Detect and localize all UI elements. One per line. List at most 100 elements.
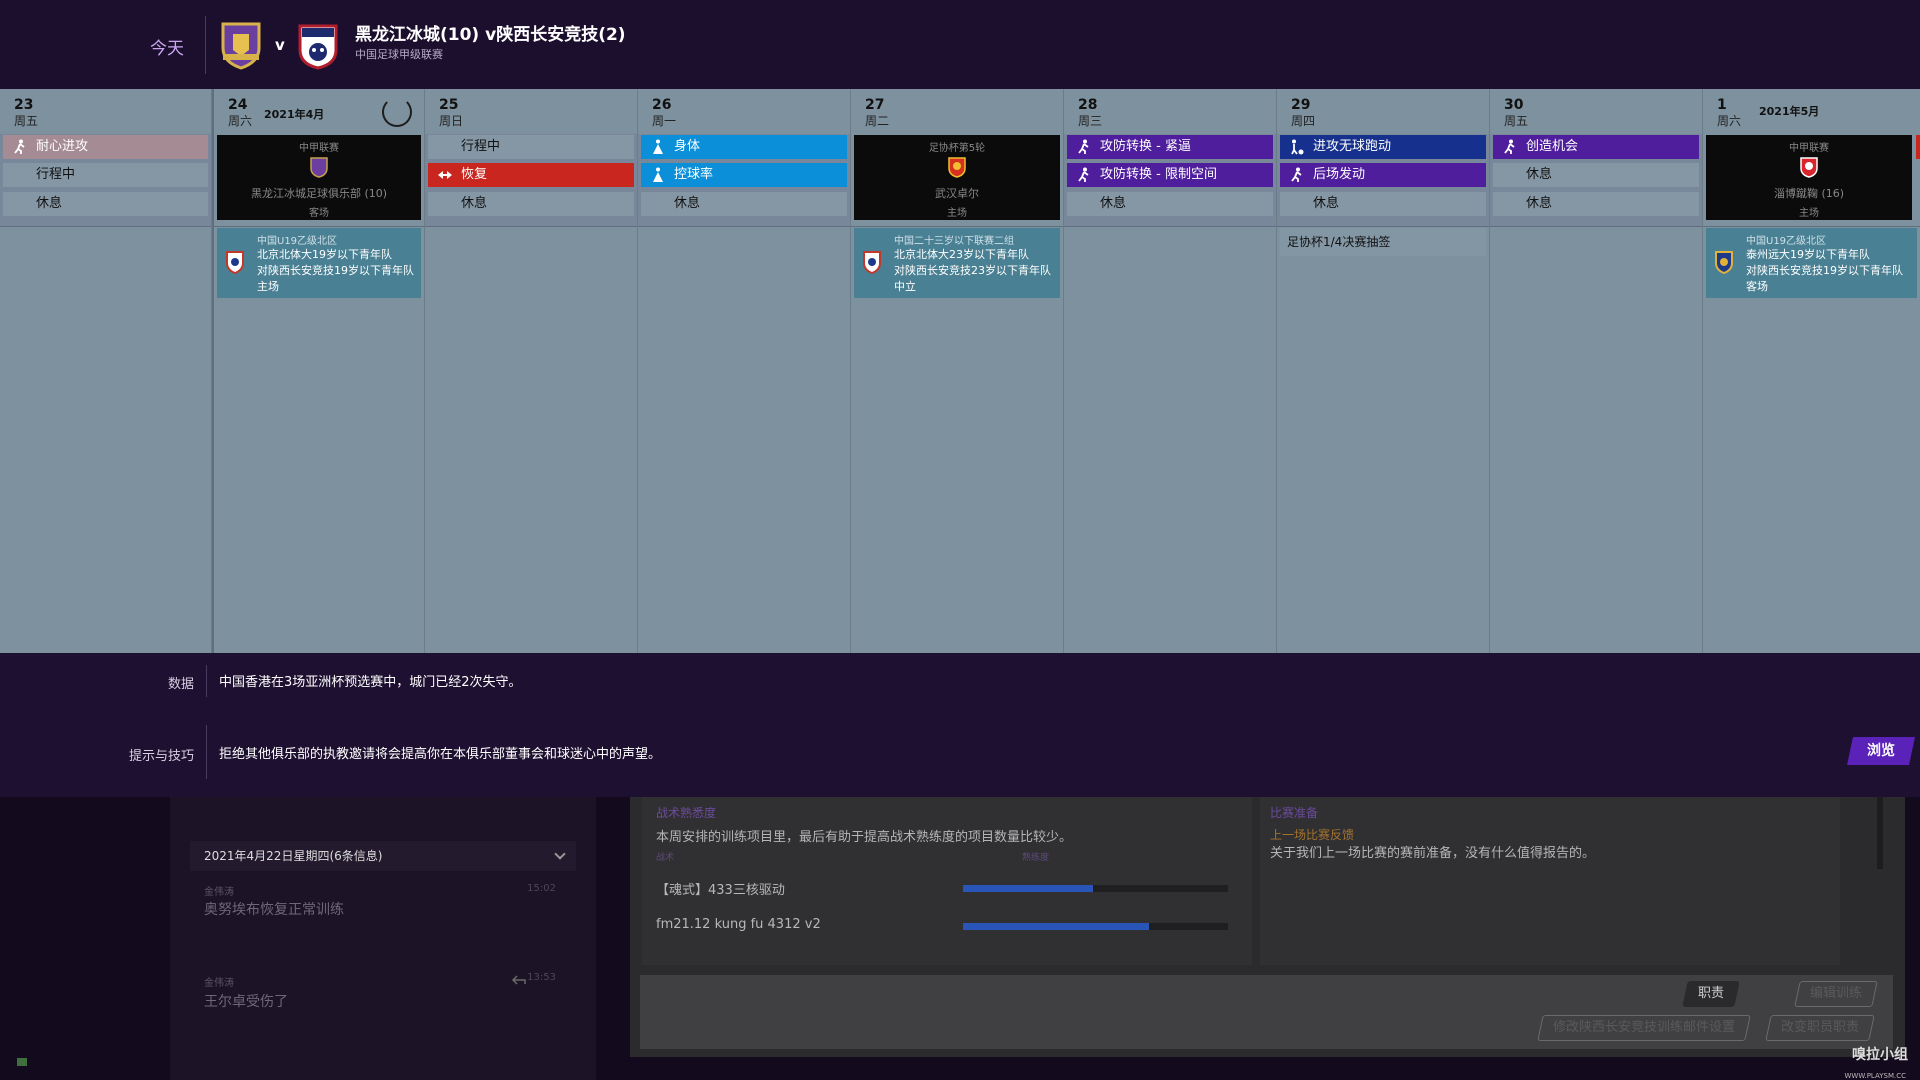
match-prep-column: 比赛准备 上一场比赛反馈 关于我们上一场比赛的赛前准备，没有什么值得报告的。	[1260, 797, 1840, 965]
youth-competition: 中国U19乙级北区	[1746, 236, 1827, 247]
familiarity-bar	[963, 885, 1228, 892]
reply-icon[interactable]	[512, 975, 526, 985]
info-divider	[206, 665, 207, 697]
message-subject[interactable]: 王尔卓受伤了	[204, 991, 288, 1011]
day-column: 1 周六 2021年5月 中甲联赛 淄博蹴鞠 (16) 主场 中国U19乙级北区…	[1703, 89, 1920, 653]
header-bar: 今天 v 黑龙江冰城(10) v陕西长安竞技(2) 中国足球甲级联赛	[0, 0, 1920, 89]
row-divider	[0, 226, 211, 227]
recovery-icon	[438, 171, 452, 179]
opponent-crest-icon	[1800, 157, 1818, 178]
watermark-logo: 嗅拉小组	[1852, 1047, 1908, 1063]
training-session[interactable]: 休息	[1067, 192, 1273, 216]
scrollbar[interactable]	[1877, 797, 1883, 869]
training-session[interactable]: 行程中	[428, 135, 634, 159]
edit-training-button[interactable]: 编辑训练	[1794, 981, 1878, 1007]
inbox-panel: 2021年4月22日星期四(6条信息) 金伟涛 15:02 奥努埃布恢复正常训练…	[170, 797, 596, 1080]
training-session[interactable]: 攻防转换 - 限制空间	[1067, 163, 1273, 187]
row-divider	[1490, 226, 1702, 227]
day-header: 25 周日	[425, 89, 637, 134]
sessions-area: 耐心进攻 行程中 休息	[0, 134, 211, 226]
sessions-area: 行程中 恢复 休息	[425, 134, 637, 226]
app-root: 今天 v 黑龙江冰城(10) v陕西长安竞技(2) 中国足球甲级联赛 23 周五	[0, 0, 1920, 1080]
change-staff-duties-button[interactable]: 改变职员职责	[1765, 1015, 1875, 1041]
training-session[interactable]: 耐心进攻	[3, 135, 208, 159]
day-column: 29 周四 进攻无球跑动 后场发动 休息 足协杯1/4决赛抽签	[1277, 89, 1490, 653]
row-divider	[425, 226, 637, 227]
session-label: 休息	[36, 196, 63, 211]
youth-venue: 主场	[257, 280, 279, 293]
edit-training-label: 编辑训练	[1810, 986, 1863, 1001]
youth-venue: 客场	[1746, 280, 1768, 293]
youth-venue: 中立	[894, 280, 916, 293]
dimmed-background: 2021年4月22日星期四(6条信息) 金伟涛 15:02 奥努埃布恢复正常训练…	[0, 797, 1920, 1080]
session-label: 行程中	[36, 167, 76, 182]
tactic-name[interactable]: fm21.12 kung fu 4312 v2	[656, 917, 821, 932]
training-session[interactable]: 身体	[641, 135, 847, 159]
message-subject[interactable]: 奥努埃布恢复正常训练	[204, 899, 344, 919]
day-header: 23 周五	[0, 89, 211, 134]
tactic-name[interactable]: 【魂式】433三核驱动	[656, 879, 785, 898]
session-label: 行程中	[461, 139, 501, 154]
row-divider	[851, 226, 1063, 227]
training-session[interactable]: 控球率	[641, 163, 847, 187]
today-button[interactable]: 今天	[150, 34, 184, 59]
session-label: 休息	[1100, 196, 1127, 211]
training-session[interactable]: 休息	[641, 192, 847, 216]
match-opponent: 淄博蹴鞠 (16)	[1773, 187, 1845, 200]
youth-match-card[interactable]: 中国U19乙级北区 泰州远大19岁以下青年队 对陕西长安竞技19岁以下青年队 客…	[1706, 228, 1917, 298]
duties-dropdown[interactable]: 职责	[1682, 981, 1740, 1007]
tips-text: 拒绝其他俱乐部的执教邀请将会提高你在本俱乐部董事会和球迷心中的声望。	[219, 747, 662, 762]
tips-label: 提示与技巧	[128, 749, 194, 764]
training-session[interactable]: 休息	[3, 192, 208, 216]
browse-button[interactable]: 浏览	[1847, 737, 1915, 765]
training-session[interactable]: 创造机会	[1493, 135, 1699, 159]
day-header: 27 周二	[851, 89, 1063, 134]
running-icon	[14, 139, 25, 154]
inbox-date-header[interactable]: 2021年4月22日星期四(6条信息)	[190, 841, 576, 871]
training-session[interactable]: 休息	[1493, 163, 1699, 187]
session-label: 耐心进攻	[36, 139, 89, 154]
day-number: 27	[865, 97, 885, 113]
row-divider	[638, 226, 850, 227]
session-label: 休息	[1526, 167, 1553, 182]
info-divider	[206, 725, 207, 779]
refresh-icon[interactable]	[382, 97, 412, 127]
chevron-down-icon	[554, 848, 566, 860]
familiarity-bar-fill	[963, 923, 1149, 930]
training-session[interactable]: 行程中	[3, 163, 208, 187]
youth-competition: 中国二十三岁以下联赛二组	[894, 236, 1014, 247]
match-card[interactable]: 中甲联赛 黑龙江冰城足球俱乐部 (10) 客场	[217, 135, 421, 220]
training-session[interactable]: 恢复	[428, 163, 634, 187]
training-session[interactable]: 休息	[1493, 192, 1699, 216]
training-session[interactable]: 休息	[1280, 192, 1486, 216]
youth-match-card[interactable]: 中国U19乙级北区 北京北体大19岁以下青年队 对陕西长安竞技19岁以下青年队 …	[217, 228, 421, 298]
youth-match-card[interactable]: 中国二十三岁以下联赛二组 北京北体大23岁以下青年队 对陕西长安竞技23岁以下青…	[854, 228, 1060, 298]
session-label: 创造机会	[1526, 139, 1579, 154]
change-email-settings-button[interactable]: 修改陕西长安竞技训练邮件设置	[1537, 1015, 1751, 1041]
training-session[interactable]: 后场发动	[1280, 163, 1486, 187]
match-card[interactable]: 足协杯第5轮 武汉卓尔 主场	[854, 135, 1060, 220]
match-card[interactable]: 中甲联赛 淄博蹴鞠 (16) 主场	[1706, 135, 1912, 220]
day-column: 27 周二 足协杯第5轮 武汉卓尔 主场 中国二十三岁以下联赛二组 北京北体大2…	[851, 89, 1064, 653]
familiarity-column-header: 熟练度	[1022, 853, 1050, 863]
event-note[interactable]: 足协杯1/4决赛抽签	[1280, 228, 1486, 256]
row-divider	[1277, 226, 1489, 227]
day-weekday: 周日	[439, 114, 464, 128]
training-action-bar: 职责 编辑训练 修改陕西长安竞技训练邮件设置 改变职员职责	[640, 975, 1893, 1049]
training-session[interactable]: 休息	[428, 192, 634, 216]
session-label: 休息	[1526, 196, 1553, 211]
day-column: 30 周五 创造机会 休息 休息	[1490, 89, 1703, 653]
next-match-competition: 中国足球甲级联赛	[355, 48, 443, 61]
match-opponent: 武汉卓尔	[935, 187, 979, 200]
row-divider	[214, 226, 424, 227]
row-divider	[1703, 226, 1920, 227]
message-sender: 金伟涛	[204, 887, 234, 898]
training-session[interactable]: 进攻无球跑动	[1280, 135, 1486, 159]
training-session[interactable]: 攻防转换 - 紧逼	[1067, 135, 1273, 159]
match-prep-text: 关于我们上一场比赛的赛前准备，没有什么值得报告的。	[1270, 846, 1596, 861]
status-icon[interactable]	[17, 1058, 27, 1066]
home-club-crest-icon[interactable]	[219, 20, 263, 70]
youth-competition: 中国U19乙级北区	[257, 236, 338, 247]
away-club-crest-icon[interactable]	[296, 20, 340, 70]
next-match-title[interactable]: 黑龙江冰城(10) v陕西长安竞技(2)	[355, 20, 626, 45]
